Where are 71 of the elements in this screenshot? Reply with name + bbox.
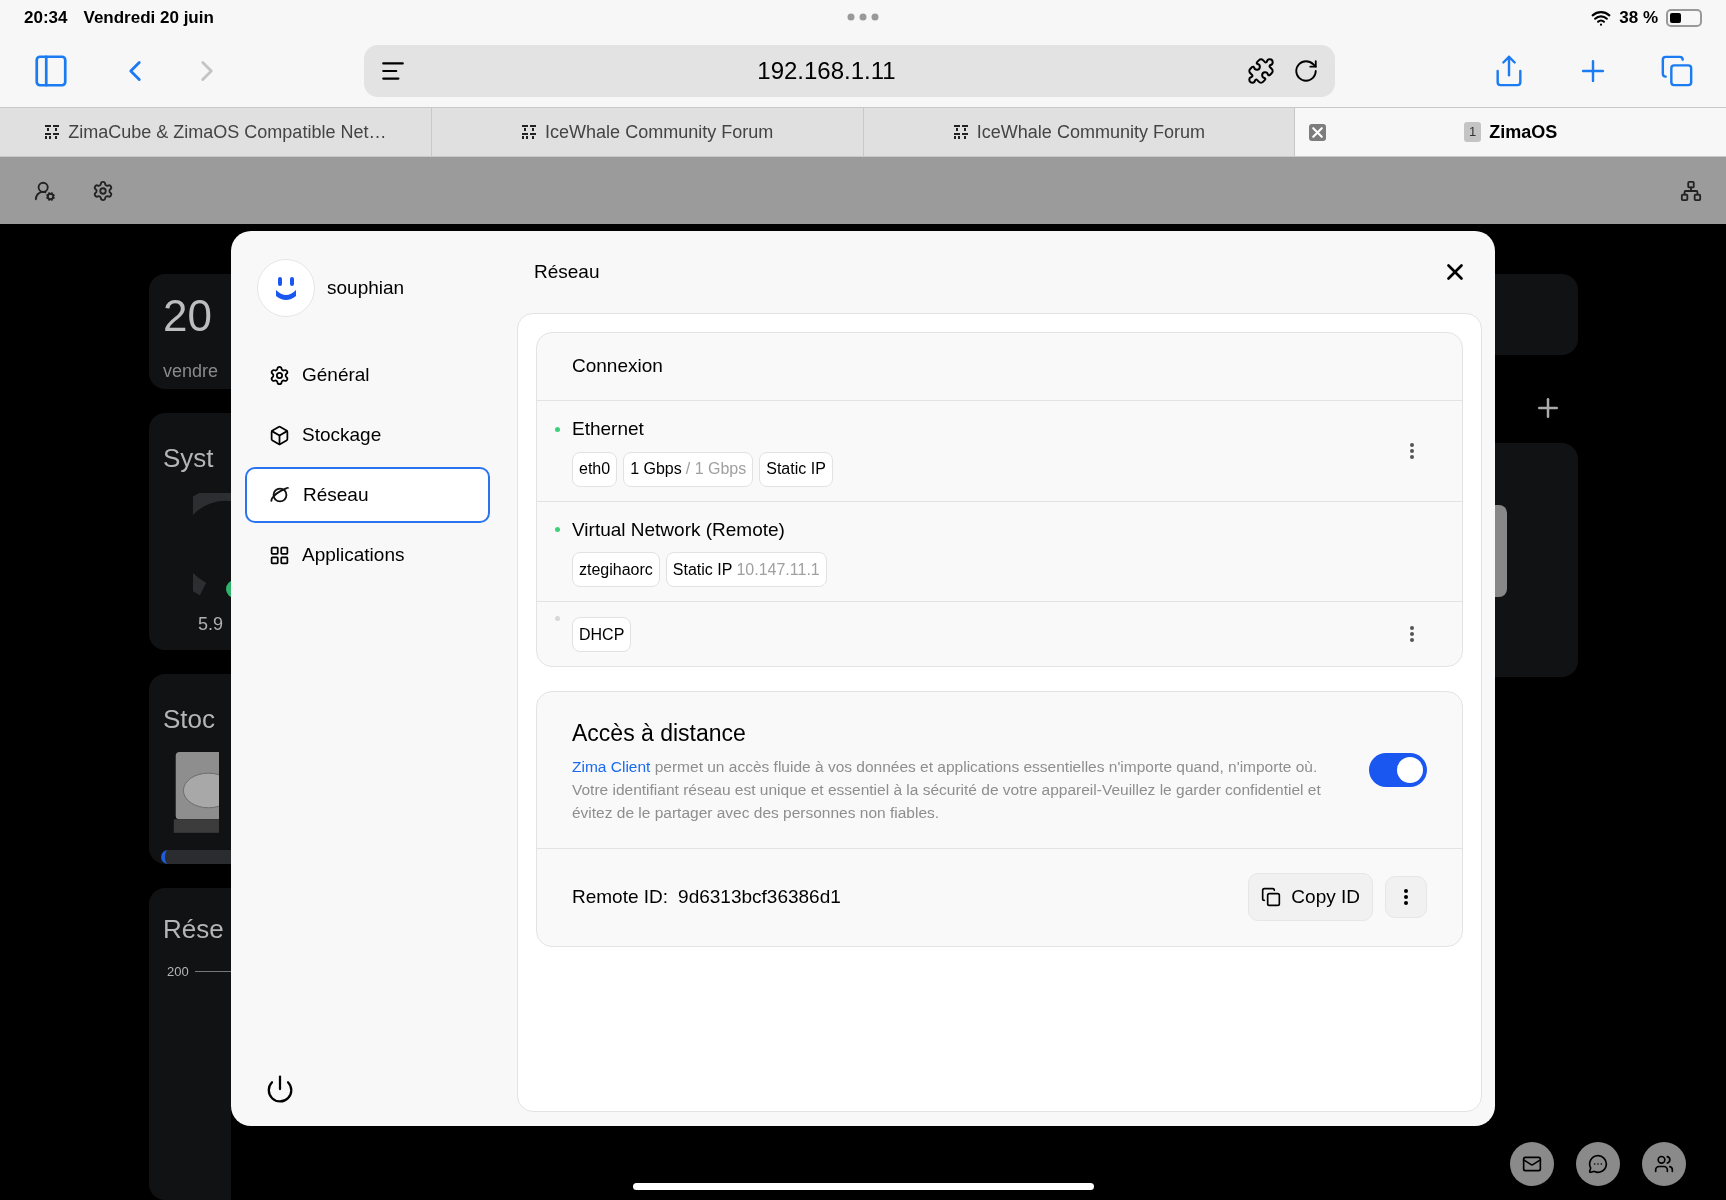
browser-tab[interactable]: 1 ZimaOS — [1295, 108, 1726, 156]
site-logo-icon — [44, 124, 61, 140]
tab-badge: 1 — [1464, 122, 1482, 142]
tab-title: ZimaOS — [1489, 120, 1558, 144]
network-button[interactable] — [1680, 179, 1702, 202]
close-tab-icon[interactable] — [1309, 123, 1327, 141]
copy-id-button[interactable]: Copy ID — [1248, 873, 1373, 921]
tab-title: IceWhale Community Forum — [976, 120, 1205, 144]
info-tag: 1 Gbps / 1 Gbps — [623, 451, 754, 487]
section-title: Accès à distance — [572, 719, 747, 748]
tabs-button[interactable] — [1660, 54, 1694, 88]
interface-name: Ethernet — [572, 417, 644, 441]
axis-label: 200 — [167, 962, 189, 981]
copy-icon — [1261, 887, 1282, 907]
description-text: Zima Client permet un accès fluide à vos données et applications essentielles n'importe quand, n'importe où. Votre identifiant réseau est unique et essentiel à la sécurité de votre appareil-Veuillez le garder confidentiel et évitez de le partager avec des personnes non fiables. — [572, 756, 1322, 823]
menu-item[interactable]: Réseau — [245, 467, 490, 523]
mail-button[interactable] — [1510, 1142, 1554, 1186]
grid-icon — [269, 544, 290, 566]
battery-icon — [1666, 8, 1702, 27]
remote-id-value: 9d6313bcf36386d1 — [678, 884, 841, 909]
remote-id-label: Remote ID: — [572, 884, 669, 909]
users-button[interactable] — [1642, 1142, 1686, 1186]
info-tag: eth0 — [572, 451, 618, 487]
user-name: souphian — [327, 275, 405, 300]
settings-icon — [269, 364, 290, 386]
menu-item[interactable]: Stockage — [245, 407, 490, 463]
address-bar[interactable]: 192.168.1.11 — [364, 45, 1335, 97]
tab-title: IceWhale Community Forum — [545, 120, 774, 144]
reload-icon — [1293, 58, 1319, 84]
site-logo-icon — [521, 124, 538, 140]
gauge-reading: 5.9 — [198, 613, 225, 637]
mail-icon — [1522, 1154, 1542, 1174]
remote-access-toggle[interactable] — [1369, 752, 1427, 787]
sidebar-button[interactable] — [32, 52, 70, 90]
url-text: 192.168.1.11 — [757, 56, 896, 86]
chat-icon — [1588, 1154, 1608, 1174]
menu-item[interactable]: Applications — [245, 527, 490, 583]
extension-icon — [1247, 57, 1275, 85]
card-title: Syst — [163, 445, 215, 472]
user-settings-button[interactable] — [34, 179, 56, 202]
interface-name: Virtual Network (Remote) — [572, 517, 785, 542]
info-tag: Static IP — [759, 451, 833, 487]
more-button[interactable] — [1410, 442, 1414, 459]
site-logo-icon — [952, 124, 969, 140]
card-title: Rése — [163, 915, 225, 942]
date-text: vendre — [163, 360, 220, 383]
more-button[interactable] — [1385, 876, 1427, 918]
section-title: Connexion — [572, 354, 663, 379]
more-button[interactable] — [1410, 626, 1414, 642]
tab-title: ZimaCube & ZimaOS Compatible Net… — [68, 120, 387, 144]
menu-item[interactable]: Général — [245, 347, 490, 403]
more-icon — [1404, 889, 1408, 905]
info-tag: ztegihaorc — [572, 552, 660, 587]
status-date: Vendredi 20 juin — [83, 6, 214, 29]
chat-button[interactable] — [1576, 1142, 1620, 1186]
status-time: 20:34 — [24, 6, 68, 29]
power-button[interactable] — [265, 1074, 295, 1104]
more-icon — [1410, 626, 1414, 642]
info-tag: DHCP — [572, 617, 632, 652]
cube-icon — [269, 424, 290, 446]
clock-text: 20 — [163, 294, 213, 338]
info-tag: Static IP 10.147.11.1 — [665, 552, 827, 587]
storage-bar — [161, 850, 231, 864]
more-icon — [1410, 442, 1414, 459]
more-dots-icon — [847, 13, 879, 21]
users-icon — [1654, 1154, 1674, 1174]
battery-percent: 38 % — [1619, 6, 1658, 29]
settings-button[interactable] — [92, 179, 114, 202]
zima-client-link[interactable]: Zima Client — [572, 757, 651, 775]
dialog-title: Réseau — [534, 259, 600, 284]
card-title: Stoc — [163, 705, 217, 732]
